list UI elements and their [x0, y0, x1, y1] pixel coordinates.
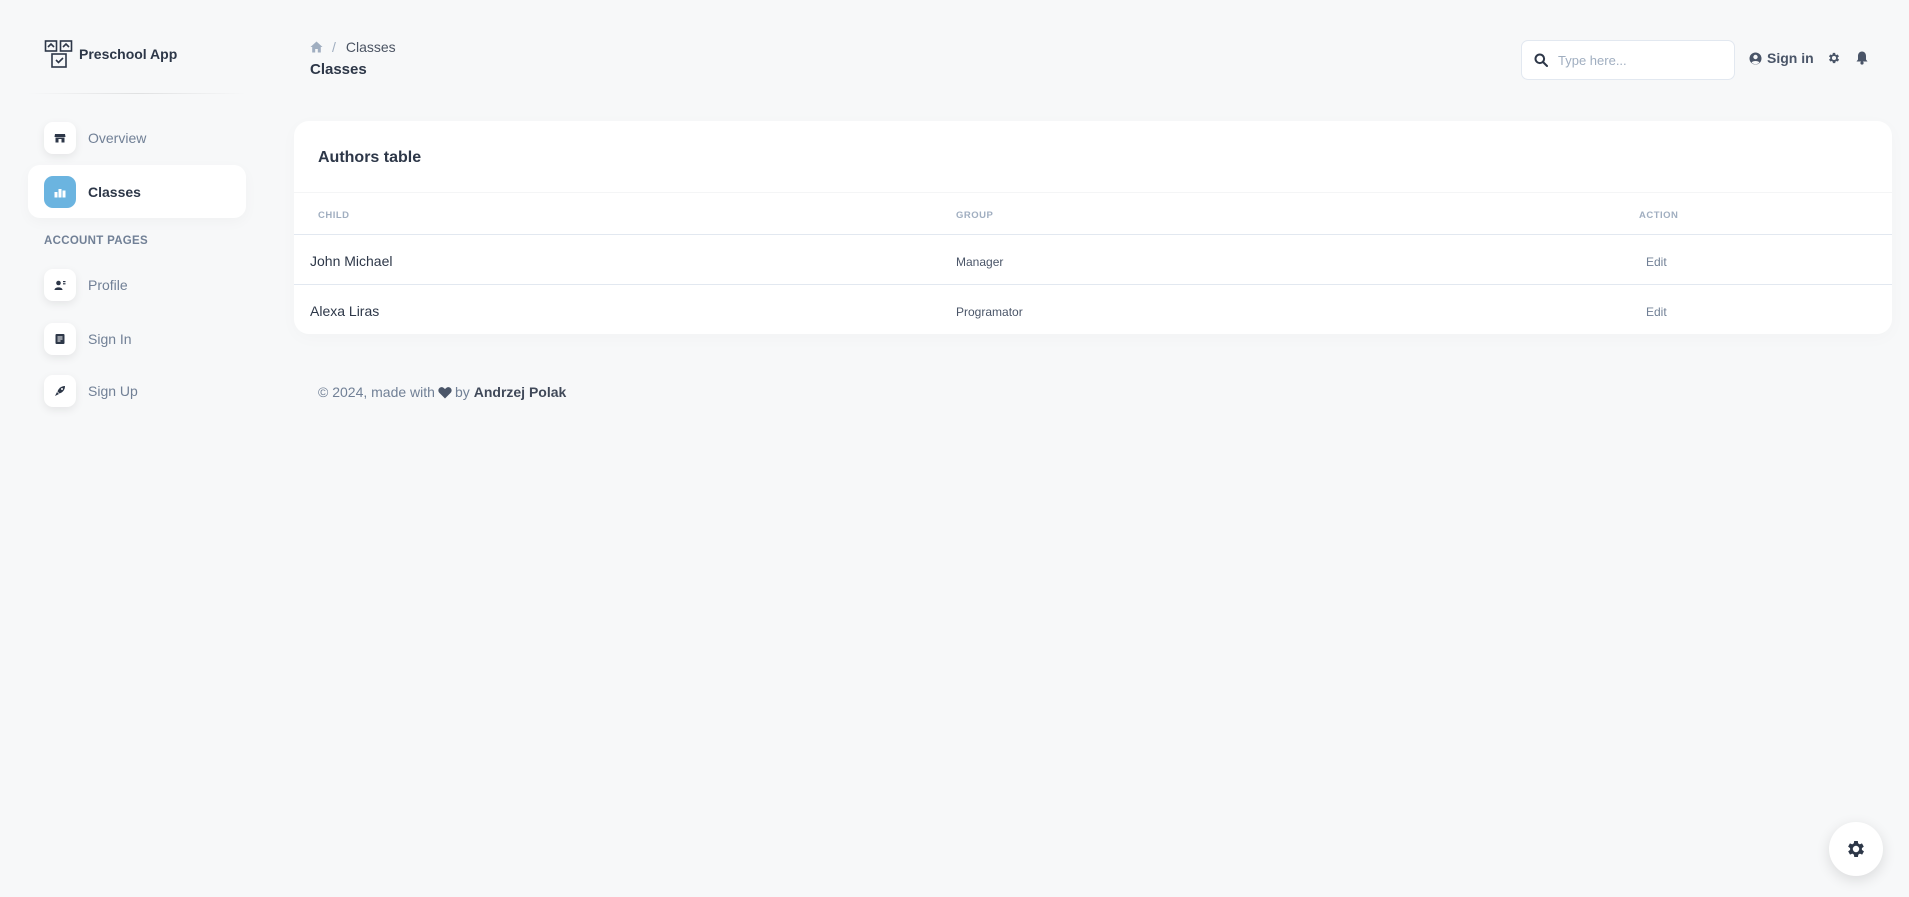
breadcrumb: / Classes [310, 39, 396, 55]
rocket-icon [44, 374, 76, 407]
person-icon [44, 268, 76, 301]
row-divider [294, 234, 1892, 235]
document-icon [44, 322, 76, 355]
sign-in-label: Sign in [1767, 50, 1814, 66]
sidebar-item-label: Overview [88, 129, 147, 146]
heart-icon [438, 386, 452, 398]
user-circle-icon [1749, 52, 1762, 64]
edit-button[interactable]: Edit [1646, 305, 1667, 319]
cell-child: John Michael [310, 253, 393, 269]
column-header-child: CHILD [318, 210, 350, 221]
preschool-logo-icon [44, 40, 73, 68]
settings-fab-button[interactable] [1829, 822, 1883, 876]
cell-group: Programator [956, 305, 1023, 319]
sidebar-item-label: Sign In [88, 330, 132, 347]
search-box[interactable] [1521, 40, 1735, 80]
authors-table-card: Authors table CHILD GROUP ACTION John Mi… [294, 121, 1892, 334]
footer: © 2024, made with by Andrzej Polak [318, 384, 566, 400]
card-title: Authors table [318, 149, 422, 166]
account-pages-heading: ACCOUNT PAGES [44, 235, 148, 247]
column-header-action: ACTION [1639, 210, 1679, 221]
row-divider [294, 284, 1892, 285]
home-icon[interactable] [310, 41, 323, 53]
column-header-group: GROUP [956, 210, 994, 221]
edit-button[interactable]: Edit [1646, 255, 1667, 269]
breadcrumb-item[interactable]: Classes [346, 39, 396, 55]
store-icon [44, 121, 76, 154]
app-root: Preschool App Overview Classes ACCOUNT P… [0, 0, 1909, 897]
gear-icon [1848, 841, 1864, 857]
footer-author-link[interactable]: Andrzej Polak [474, 384, 567, 400]
header-sign-in-link[interactable]: Sign in [1749, 50, 1814, 66]
sidebar-item-overview[interactable]: Overview [28, 111, 246, 164]
sidebar-item-classes[interactable]: Classes [28, 165, 246, 218]
footer-copyright: © 2024, made with [318, 384, 435, 400]
cell-group: Manager [956, 255, 1004, 269]
sidebar-item-sign-up[interactable]: Sign Up [28, 364, 246, 417]
sidebar-item-profile[interactable]: Profile [28, 258, 246, 311]
sidebar-item-label: Sign Up [88, 382, 138, 399]
gear-icon[interactable] [1827, 51, 1841, 65]
brand-name: Preschool App [79, 46, 178, 62]
sidebar-item-label: Profile [88, 276, 128, 293]
sidebar-divider [28, 93, 246, 94]
sidebar-item-sign-in[interactable]: Sign In [28, 312, 246, 365]
footer-by: by [454, 384, 470, 400]
search-input[interactable] [1558, 52, 1718, 68]
page-title: Classes [310, 61, 367, 78]
search-icon [1534, 53, 1548, 67]
breadcrumb-separator: / [332, 39, 336, 55]
cell-child: Alexa Liras [310, 303, 380, 319]
sidebar-item-label: Classes [88, 183, 141, 200]
chart-bar-icon [44, 175, 76, 208]
table-header-divider [294, 192, 1892, 193]
bell-icon[interactable] [1856, 51, 1868, 65]
brand[interactable]: Preschool App [44, 38, 177, 70]
